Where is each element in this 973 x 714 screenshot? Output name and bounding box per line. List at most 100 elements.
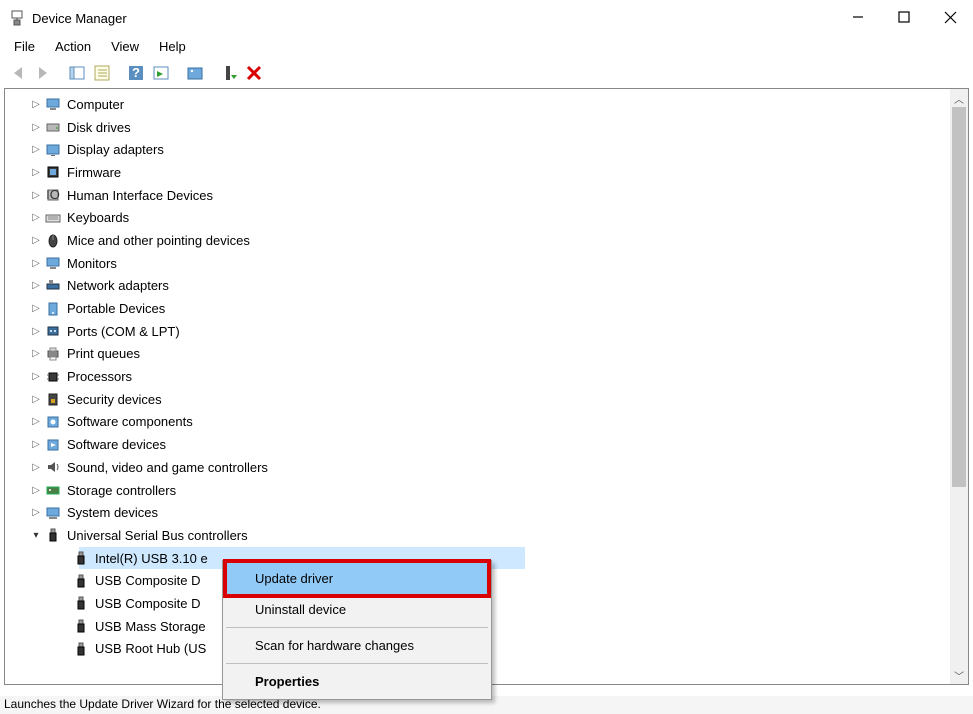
svg-text:?: ?: [132, 65, 140, 80]
tree-item[interactable]: ▷Network adapters: [5, 275, 950, 298]
network-icon: [44, 277, 62, 295]
tree-item[interactable]: ▷Monitors: [5, 252, 950, 275]
forward-button[interactable]: [31, 61, 55, 85]
close-button[interactable]: [927, 1, 973, 33]
expand-icon[interactable]: ▷: [29, 235, 43, 246]
scan-button[interactable]: [149, 61, 173, 85]
tree-item[interactable]: ▷Keyboards: [5, 206, 950, 229]
tree-item-label: Ports (COM & LPT): [65, 324, 180, 339]
portable-icon: [44, 300, 62, 318]
tree-item-expanded[interactable]: ▾Universal Serial Bus controllers: [5, 524, 950, 547]
menu-view[interactable]: View: [101, 37, 149, 56]
expand-icon[interactable]: ▷: [29, 371, 43, 382]
firmware-icon: [44, 163, 62, 181]
show-hide-button[interactable]: [65, 61, 89, 85]
sound-icon: [44, 458, 62, 476]
menu-help[interactable]: Help: [149, 37, 196, 56]
expand-icon[interactable]: ▷: [29, 394, 43, 405]
context-uninstall-device[interactable]: Uninstall device: [225, 594, 489, 625]
scrollbar[interactable]: ︿ ﹀: [950, 89, 968, 684]
tree-item-label: Human Interface Devices: [65, 188, 213, 203]
context-properties[interactable]: Properties: [225, 666, 489, 697]
tree-item[interactable]: ▷Software components: [5, 411, 950, 434]
back-button[interactable]: [6, 61, 30, 85]
update-driver-button[interactable]: [183, 61, 207, 85]
tree-item[interactable]: ▷ Print queues: [5, 343, 950, 366]
tree-item-label: USB Root Hub (US: [93, 641, 206, 656]
tree-item[interactable]: ▷Security devices: [5, 388, 950, 411]
tree-item-label: USB Composite D: [93, 573, 200, 588]
tree-item[interactable]: ▷ Display adapters: [5, 138, 950, 161]
tree-item-label: Computer: [65, 97, 124, 112]
tree-item-label: Display adapters: [65, 142, 164, 157]
computer-icon: [44, 95, 62, 113]
expand-icon[interactable]: ▷: [29, 507, 43, 518]
expand-icon[interactable]: ▷: [29, 258, 43, 269]
expand-icon[interactable]: ▷: [29, 348, 43, 359]
expand-icon[interactable]: ▷: [29, 212, 43, 223]
menu-file[interactable]: File: [4, 37, 45, 56]
context-scan-hardware[interactable]: Scan for hardware changes: [225, 630, 489, 661]
tree-item-label: Portable Devices: [65, 301, 165, 316]
minimize-button[interactable]: [835, 1, 881, 33]
tree-item[interactable]: ▷ Portable Devices: [5, 297, 950, 320]
keyboard-icon: [44, 209, 62, 227]
tree-item[interactable]: ▷ Mice and other pointing devices: [5, 229, 950, 252]
tree-item[interactable]: ▷ Computer: [5, 93, 950, 116]
printer-icon: [44, 345, 62, 363]
tree-item[interactable]: ▷System devices: [5, 501, 950, 524]
usb-device-icon: [72, 594, 90, 612]
app-icon: [8, 9, 26, 27]
expand-icon[interactable]: ▷: [29, 122, 43, 133]
security-icon: [44, 390, 62, 408]
expand-icon[interactable]: ▷: [29, 462, 43, 473]
expand-icon[interactable]: ▷: [29, 485, 43, 496]
help-button[interactable]: ?: [124, 61, 148, 85]
expand-icon[interactable]: ▷: [29, 303, 43, 314]
context-separator: [226, 627, 488, 628]
storage-icon: [44, 481, 62, 499]
uninstall-button[interactable]: [242, 61, 266, 85]
enable-device-button[interactable]: [217, 61, 241, 85]
expand-icon[interactable]: ▷: [29, 167, 43, 178]
toolbar-separator: [211, 62, 213, 84]
tree-item[interactable]: ▷Sound, video and game controllers: [5, 456, 950, 479]
tree-item-label: Print queues: [65, 346, 140, 361]
ports-icon: [44, 322, 62, 340]
window-controls: [835, 3, 973, 33]
toolbar-separator: [177, 62, 179, 84]
scroll-thumb[interactable]: [952, 107, 966, 487]
properties-tree-button[interactable]: [90, 61, 114, 85]
menu-action[interactable]: Action: [45, 37, 101, 56]
context-update-driver[interactable]: Update driver: [223, 559, 491, 598]
tree-item[interactable]: ▷Disk drives: [5, 116, 950, 139]
menubar: File Action View Help: [0, 36, 973, 58]
expand-icon[interactable]: ▷: [29, 439, 43, 450]
tree-item[interactable]: ▷ Processors: [5, 365, 950, 388]
tree-item-label: Mice and other pointing devices: [65, 233, 250, 248]
scroll-down-icon[interactable]: ﹀: [950, 666, 968, 684]
collapse-icon[interactable]: ▾: [29, 530, 43, 541]
tree-item[interactable]: ▷Firmware: [5, 161, 950, 184]
window-title: Device Manager: [32, 11, 835, 26]
tree-item[interactable]: ▷Storage controllers: [5, 479, 950, 502]
usb-device-icon: [72, 572, 90, 590]
titlebar: Device Manager: [0, 0, 973, 36]
tree-item[interactable]: ▷IOHuman Interface Devices: [5, 184, 950, 207]
tree-item[interactable]: ▷ Ports (COM & LPT): [5, 320, 950, 343]
expand-icon[interactable]: ▷: [29, 144, 43, 155]
tree-item[interactable]: ▷Software devices: [5, 433, 950, 456]
maximize-button[interactable]: [881, 1, 927, 33]
system-icon: [44, 504, 62, 522]
tree-item-label: Intel(R) USB 3.10 e: [91, 551, 214, 566]
expand-icon[interactable]: ▷: [29, 326, 43, 337]
expand-icon[interactable]: ▷: [29, 416, 43, 427]
scroll-up-icon[interactable]: ︿: [950, 89, 968, 107]
disk-icon: [44, 118, 62, 136]
expand-icon[interactable]: ▷: [29, 280, 43, 291]
toolbar-separator: [118, 62, 120, 84]
usb-device-icon: [72, 640, 90, 658]
expand-icon[interactable]: ▷: [29, 190, 43, 201]
tree-item-label: Processors: [65, 369, 132, 384]
expand-icon[interactable]: ▷: [29, 99, 43, 110]
